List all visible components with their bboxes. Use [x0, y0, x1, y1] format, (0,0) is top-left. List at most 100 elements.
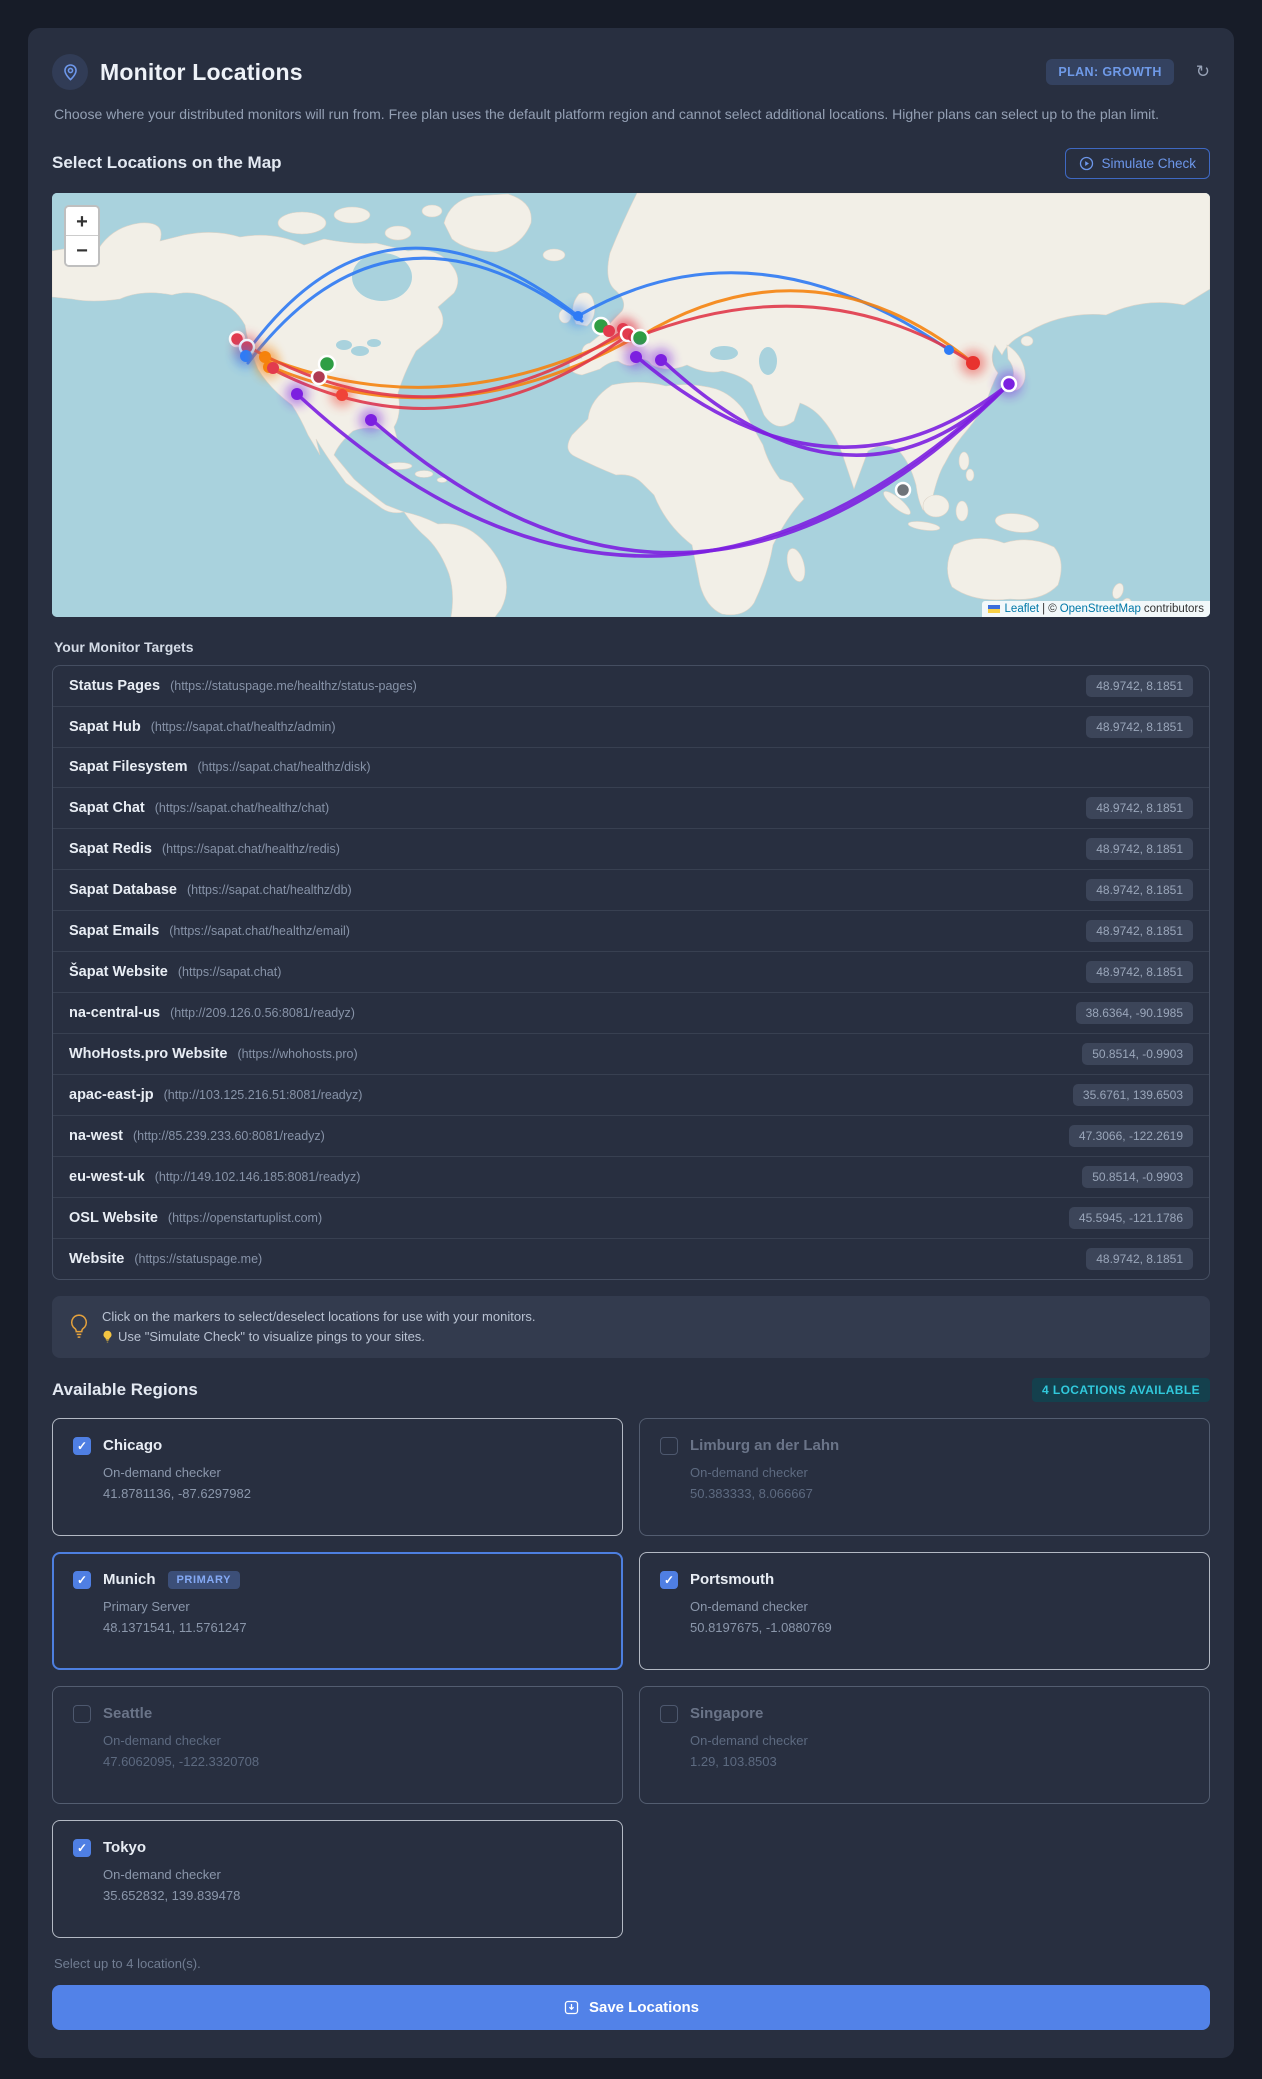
region-subtitle: On-demand checker: [103, 1866, 221, 1882]
refresh-icon[interactable]: ↻: [1196, 62, 1210, 82]
map-marker[interactable]: [240, 349, 252, 362]
monitor-target-row: apac-east-jp (http://103.125.216.51:8081/…: [53, 1075, 1209, 1116]
region-name: Limburg an der Lahn: [690, 1437, 840, 1455]
region-name: Singapore: [690, 1705, 764, 1723]
map-marker[interactable]: [336, 388, 348, 401]
regions-title: Available Regions: [52, 1379, 198, 1399]
target-info: na-central-us (http://209.126.0.56:8081/r…: [69, 1005, 355, 1021]
region-subtitle: On-demand checker: [103, 1464, 221, 1480]
region-card-tokyo[interactable]: ✓ Tokyo On-demand checker 35.652832, 139.83…: [52, 1819, 623, 1938]
region-checkbox[interactable]: ✓: [660, 1570, 678, 1589]
target-coords-badge: 48.9742, 8.1851: [1086, 878, 1193, 901]
region-checkbox[interactable]: [660, 1436, 678, 1455]
target-url: (https://whohosts.pro): [237, 1046, 358, 1061]
target-url: (https://sapat.chat/healthz/email): [169, 923, 350, 938]
map-zoom-control: + −: [64, 204, 100, 267]
region-checkbox[interactable]: ✓: [73, 1436, 91, 1455]
world-map[interactable]: + − Leaflet | © OpenStreetMap contributo…: [52, 192, 1210, 617]
target-info: Sapat Database (https://sapat.chat/health…: [69, 882, 352, 898]
target-url: (https://statuspage.me/healthz/status-pa…: [170, 678, 417, 693]
attribution-separator: | ©: [1042, 602, 1057, 615]
target-name: OSL Website: [69, 1209, 158, 1226]
location-pin-icon: [52, 54, 88, 90]
header: Monitor Locations PLAN: GROWTH ↻: [52, 54, 1210, 90]
targets-heading: Your Monitor Targets: [54, 638, 194, 655]
region-name: Seattle: [103, 1705, 153, 1723]
monitor-target-row: Sapat Hub (https://sapat.chat/healthz/adm…: [53, 707, 1209, 748]
save-locations-label: Save Locations: [588, 1998, 700, 2016]
targets-list: Status Pages (https://statuspage.me/healt…: [52, 664, 1210, 1280]
map-marker[interactable]: [655, 353, 667, 366]
region-checkbox[interactable]: [73, 1704, 91, 1723]
openstreetmap-link[interactable]: OpenStreetMap: [1060, 603, 1141, 615]
target-info: Status Pages (https://statuspage.me/healt…: [69, 678, 417, 694]
map-attribution: Leaflet | © OpenStreetMap contributors: [981, 600, 1210, 617]
target-info: Sapat Hub (https://sapat.chat/healthz/adm…: [69, 719, 336, 735]
map-marker[interactable]: [1000, 375, 1018, 392]
save-locations-button[interactable]: Save Locations: [52, 1984, 1210, 2030]
region-coords: 50.8197675, -1.0880769: [690, 1619, 832, 1635]
monitor-target-row: Sapat Database (https://sapat.chat/health…: [53, 870, 1209, 911]
target-name: apac-east-jp: [69, 1086, 154, 1103]
monitor-target-row: Sapat Redis (https://sapat.chat/healthz/r…: [53, 829, 1209, 870]
target-coords-badge: 50.8514, -0.9903: [1082, 1042, 1193, 1065]
region-coords: 41.8781136, -87.6297982: [103, 1485, 251, 1501]
map-svg: [52, 192, 1210, 617]
target-name: WhoHosts.pro Website: [69, 1045, 228, 1062]
target-name: na-west: [69, 1127, 123, 1144]
map-marker[interactable]: [573, 310, 583, 321]
region-name: Portsmouth: [690, 1571, 775, 1589]
monitor-target-row: eu-west-uk (http://149.102.146.185:8081/r…: [53, 1157, 1209, 1198]
tip-box: Click on the markers to select/deselect …: [52, 1295, 1210, 1358]
plan-badge: PLAN: GROWTH: [1046, 59, 1174, 85]
map-section-title: Select Locations on the Map: [52, 153, 282, 173]
selection-limit-note: Select up to 4 location(s).: [54, 1955, 201, 1971]
monitor-target-row: Status Pages (https://statuspage.me/healt…: [53, 666, 1209, 707]
region-card-chicago[interactable]: ✓ Chicago On-demand checker 41.8781136, -87…: [52, 1417, 623, 1536]
zoom-out-button[interactable]: −: [66, 235, 98, 265]
target-info: na-west (http://85.239.233.60:8081/readyz…: [69, 1128, 325, 1144]
region-card-header: ✓ Tokyo: [73, 1838, 602, 1857]
region-checkbox[interactable]: ✓: [73, 1570, 91, 1589]
map-marker[interactable]: [630, 350, 642, 363]
target-url: (https://sapat.chat): [177, 964, 282, 979]
region-card-singapore[interactable]: Singapore On-demand checker 1.29, 103.8503: [639, 1685, 1210, 1804]
region-name: Munich: [103, 1571, 156, 1589]
region-card-munich[interactable]: ✓ Munich PRIMARY Primary Server 48.1371541, …: [52, 1551, 623, 1670]
region-card-header: ✓ Munich PRIMARY: [73, 1570, 602, 1589]
leaflet-link[interactable]: Leaflet: [1005, 603, 1040, 615]
region-coords: 50.383333, 8.066667: [690, 1485, 813, 1501]
region-checkbox[interactable]: [660, 1704, 678, 1723]
save-icon: [564, 2000, 579, 2015]
zoom-in-button[interactable]: +: [66, 206, 98, 236]
map-marker[interactable]: [630, 328, 650, 347]
region-card-limburg-an-der-lahn[interactable]: Limburg an der Lahn On-demand checker 50.3…: [639, 1417, 1210, 1536]
monitor-target-row: Website (https://statuspage.me) 48.9742, 8…: [53, 1239, 1209, 1279]
target-info: Sapat Filesystem (https://sapat.chat/heal…: [69, 759, 371, 775]
map-marker[interactable]: [291, 387, 303, 400]
monitor-target-row: Sapat Filesystem (https://sapat.chat/heal…: [53, 748, 1209, 788]
region-checkbox[interactable]: ✓: [73, 1838, 91, 1857]
map-marker[interactable]: [310, 368, 328, 385]
map-marker[interactable]: [944, 344, 954, 355]
map-marker[interactable]: [365, 413, 377, 426]
simulate-check-button[interactable]: Simulate Check: [1065, 147, 1210, 179]
target-info: Šapat Website (https://sapat.chat): [69, 964, 281, 980]
target-name: Sapat Emails: [69, 922, 160, 939]
region-name: Chicago: [103, 1437, 163, 1455]
region-subtitle: On-demand checker: [690, 1732, 808, 1748]
region-card-header: Seattle: [73, 1704, 602, 1723]
region-card-portsmouth[interactable]: ✓ Portsmouth On-demand checker 50.8197675, …: [639, 1551, 1210, 1670]
target-url: (https://statuspage.me): [134, 1251, 263, 1266]
monitor-target-row: na-central-us (http://209.126.0.56:8081/r…: [53, 993, 1209, 1034]
target-name: Sapat Database: [69, 881, 177, 898]
region-card-header: ✓ Chicago: [73, 1436, 602, 1455]
region-card-seattle[interactable]: Seattle On-demand checker 47.6062095, -122…: [52, 1685, 623, 1804]
map-marker[interactable]: [894, 481, 912, 498]
region-coords: 47.6062095, -122.3320708: [103, 1753, 260, 1769]
map-marker[interactable]: [267, 361, 279, 374]
region-coords: 1.29, 103.8503: [690, 1753, 777, 1769]
map-marker[interactable]: [966, 355, 980, 370]
target-name: Sapat Filesystem: [69, 759, 188, 776]
target-coords-badge: 48.9742, 8.1851: [1086, 715, 1193, 738]
